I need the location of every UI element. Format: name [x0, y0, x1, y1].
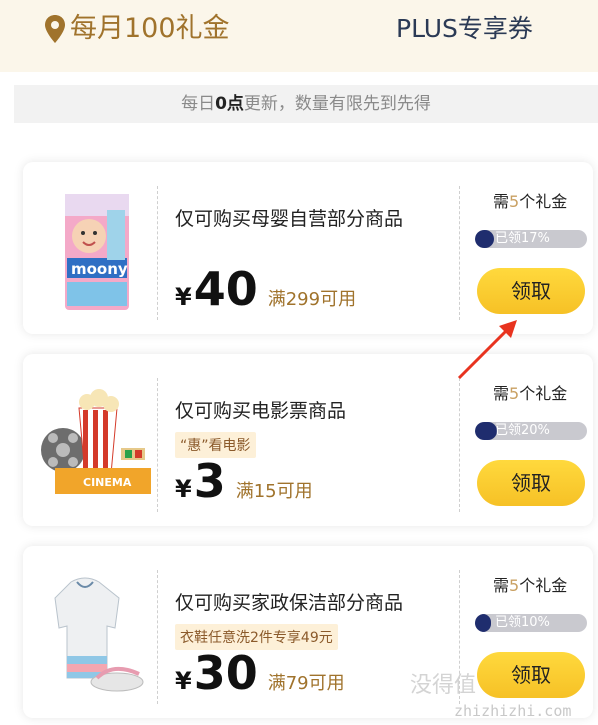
claim-button[interactable]: 领取 [477, 268, 585, 314]
divider [459, 186, 460, 320]
arrow-annotation-icon [457, 320, 517, 380]
need-suffix: 个礼金 [519, 576, 568, 595]
progress-fill [475, 614, 491, 632]
currency-symbol: ¥ [175, 667, 192, 695]
required-gift-money: 需5个礼金 [493, 188, 567, 212]
location-pin-icon [45, 15, 65, 43]
claimed-progress-bar: 已领20% [475, 422, 587, 440]
need-suffix: 个礼金 [519, 192, 568, 211]
need-prefix: 需 [493, 576, 510, 595]
claimed-progress-bar: 已领10% [475, 614, 587, 632]
coupon-amount: 30 [193, 646, 258, 700]
claimed-text: 已领20% [495, 423, 550, 438]
notice-bold: 0点 [215, 94, 244, 114]
divider [157, 378, 158, 512]
coupon-card: 仅可购买家政保洁部分商品 衣鞋任意洗2件专享49元 ¥ 30 满79可用 需5个… [23, 546, 593, 718]
claimed-text: 已领17% [495, 231, 550, 246]
notice-suffix: 更新，数量有限先到先得 [243, 94, 431, 114]
coupon-condition: 仅可购买电影票商品 [175, 400, 347, 422]
coupon-amount: 3 [193, 454, 226, 508]
coupon-condition: 仅可购买家政保洁部分商品 [175, 592, 404, 614]
need-prefix: 需 [493, 384, 510, 403]
required-gift-money: 需5个礼金 [493, 572, 567, 596]
coupon-minimum: 满299可用 [267, 289, 357, 310]
coupon-price: ¥ 3 满15可用 [175, 458, 313, 504]
progress-fill [475, 230, 495, 248]
need-prefix: 需 [493, 192, 510, 211]
claim-button[interactable]: 领取 [477, 460, 585, 506]
page-title: 每月100礼金 [70, 13, 230, 44]
notice-prefix: 每日 [181, 94, 216, 114]
tab-plus-coupons[interactable]: PLUS专享券 [396, 10, 533, 48]
coupon-card: moony 仅可购买母婴自营部分商品 ¥ 40 满299可用 需5个礼金 已领1… [23, 162, 593, 334]
cinema-popcorn-icon: CINEMA [41, 389, 151, 494]
coupon-amount: 40 [193, 262, 258, 316]
coupon-minimum: 满79可用 [267, 673, 345, 694]
svg-text:CINEMA: CINEMA [83, 476, 132, 489]
coupon-price: ¥ 30 满79可用 [175, 650, 345, 696]
divider [459, 378, 460, 512]
coupon-price: ¥ 40 满299可用 [175, 266, 356, 312]
claim-button[interactable]: 领取 [477, 652, 585, 698]
divider [157, 570, 158, 704]
need-count: 5 [509, 384, 520, 403]
required-gift-money: 需5个礼金 [493, 380, 567, 404]
watermark-sub: zhizhizhi.com [454, 702, 572, 720]
diaper-package-icon: moony [65, 194, 129, 310]
claimed-progress-bar: 已领17% [475, 230, 587, 248]
need-count: 5 [509, 576, 520, 595]
need-count: 5 [509, 192, 520, 211]
update-notice: 每日0点更新，数量有限先到先得 [14, 85, 598, 123]
svg-text:moony: moony [71, 260, 128, 278]
coupon-minimum: 满15可用 [235, 481, 313, 502]
coupon-condition: 仅可购买母婴自营部分商品 [175, 208, 404, 230]
currency-symbol: ¥ [175, 283, 192, 311]
jacket-shoes-icon [54, 577, 144, 692]
need-suffix: 个礼金 [519, 384, 568, 403]
header: 每月100礼金 PLUS专享券 [0, 0, 598, 72]
divider [157, 186, 158, 320]
currency-symbol: ¥ [175, 475, 192, 503]
claimed-text: 已领10% [495, 615, 550, 630]
watermark-text: 没得值 [410, 673, 477, 698]
